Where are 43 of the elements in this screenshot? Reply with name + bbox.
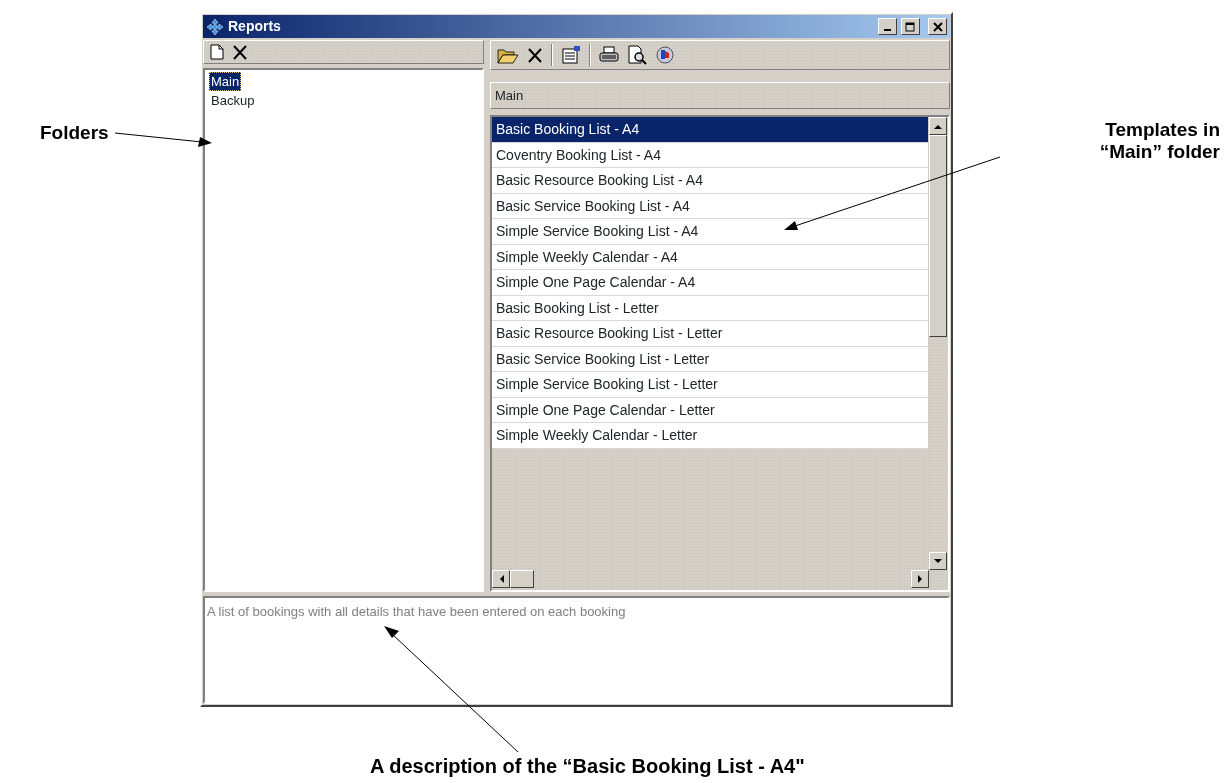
scroll-right-icon[interactable] xyxy=(917,575,923,583)
minimize-icon xyxy=(884,28,891,31)
scroll-thumb[interactable] xyxy=(929,135,947,337)
window-title: Reports xyxy=(228,17,281,36)
template-item[interactable]: Basic Booking List - A4 xyxy=(492,117,928,143)
template-item[interactable]: Simple Service Booking List - A4 xyxy=(492,219,928,245)
template-item[interactable]: Simple One Page Calendar - A4 xyxy=(492,270,928,296)
close-icon xyxy=(932,21,943,32)
open-folder-icon[interactable] xyxy=(497,46,519,64)
template-item[interactable]: Basic Booking List - Letter xyxy=(492,295,928,321)
template-item[interactable]: Simple One Page Calendar - Letter xyxy=(492,397,928,423)
delete-icon[interactable] xyxy=(232,44,248,60)
horizontal-scrollbar[interactable] xyxy=(492,570,929,590)
scroll-left-icon[interactable] xyxy=(498,575,504,583)
template-item[interactable]: Coventry Booking List - A4 xyxy=(492,142,928,168)
description-text: A list of bookings with all details that have been entered on each booking xyxy=(207,604,626,619)
column-header[interactable]: Main xyxy=(490,82,950,109)
folder-item[interactable]: Main xyxy=(209,72,242,91)
template-item[interactable]: Basic Service Booking List - A4 xyxy=(492,193,928,219)
minimize-button[interactable] xyxy=(878,18,897,35)
maximize-button[interactable] xyxy=(901,18,920,35)
scroll-down-icon[interactable] xyxy=(934,558,942,564)
scroll-up-icon[interactable] xyxy=(934,123,942,129)
callout-label: A description of the “Basic Booking List - A4" xyxy=(370,754,805,779)
scroll-thumb[interactable] xyxy=(510,570,534,588)
template-item[interactable]: Simple Weekly Calendar - A4 xyxy=(492,244,928,270)
template-item[interactable]: Simple Weekly Calendar - Letter xyxy=(492,423,928,449)
print-preview-icon[interactable] xyxy=(627,45,647,65)
printer-icon[interactable] xyxy=(599,46,619,64)
callout-label: Templates in “Main” folder xyxy=(1098,119,1220,163)
close-button[interactable] xyxy=(928,18,947,35)
properties-icon[interactable] xyxy=(561,45,581,65)
callout-label: Folders xyxy=(40,121,109,145)
template-item[interactable]: Basic Resource Booking List - A4 xyxy=(492,168,928,194)
template-item[interactable]: Basic Service Booking List - Letter xyxy=(492,346,928,372)
app-icon xyxy=(206,17,224,36)
template-item[interactable]: Simple Service Booking List - Letter xyxy=(492,372,928,398)
vertical-scrollbar[interactable] xyxy=(929,117,948,570)
new-document-icon[interactable] xyxy=(210,44,224,60)
maximize-icon xyxy=(905,21,916,32)
template-item[interactable]: Basic Resource Booking List - Letter xyxy=(492,321,928,347)
folder-item[interactable]: Backup xyxy=(209,91,257,110)
delete-icon[interactable] xyxy=(527,47,543,63)
